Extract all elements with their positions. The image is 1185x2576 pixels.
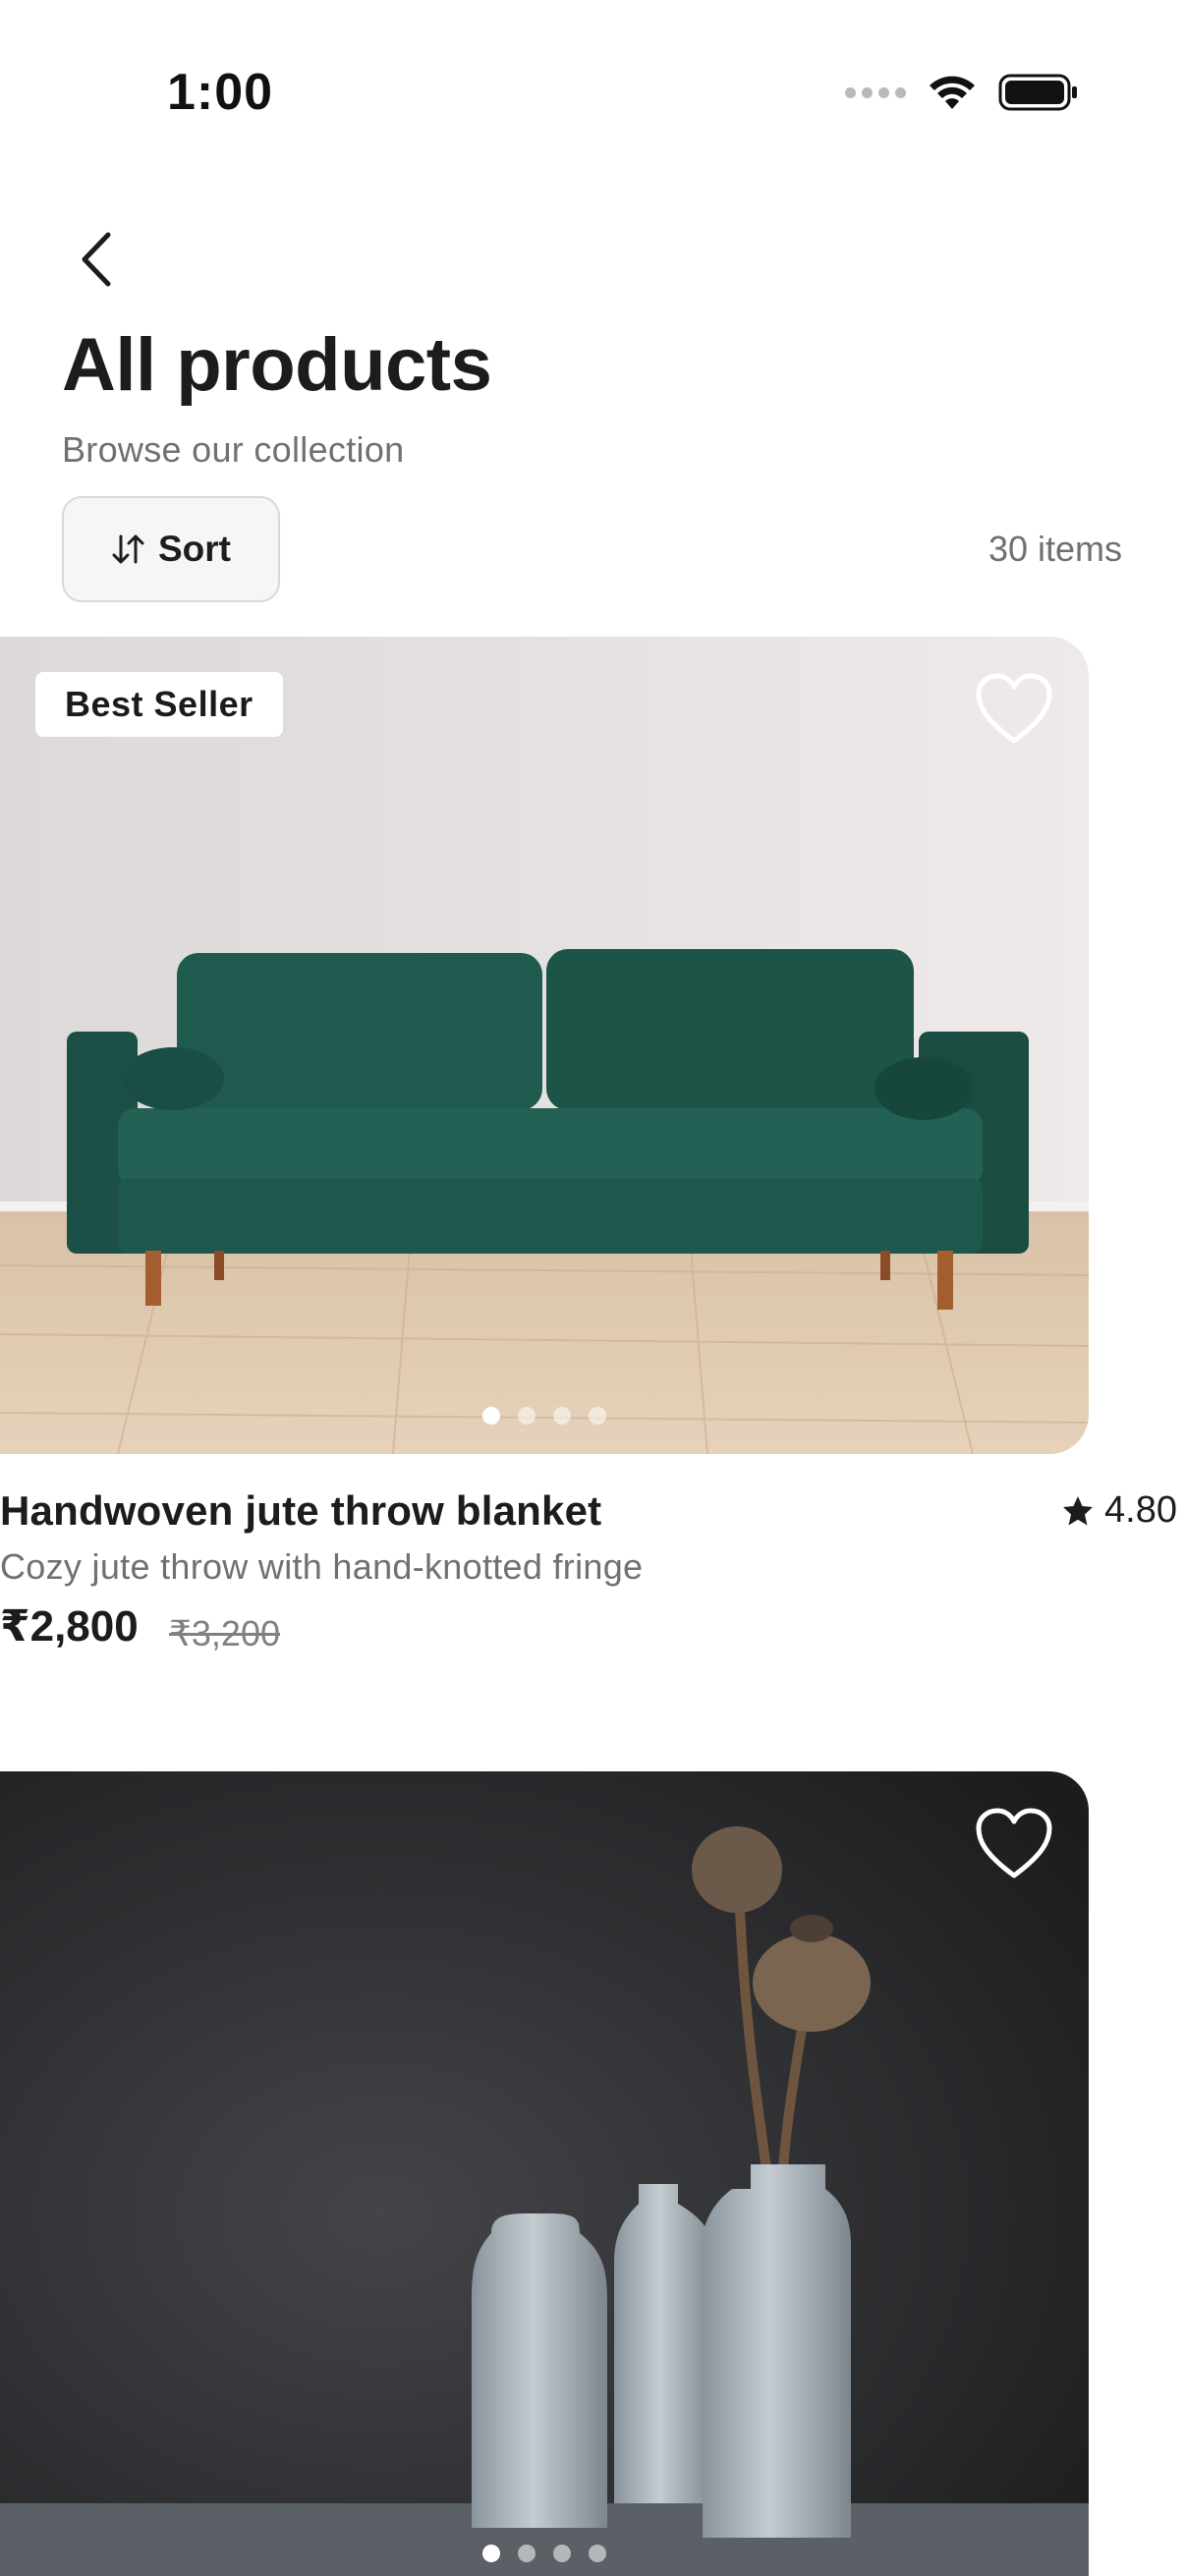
status-time: 1:00 — [167, 64, 274, 121]
chevron-left-icon — [82, 232, 111, 287]
sort-label: Sort — [158, 529, 231, 569]
sort-button[interactable]: Sort — [62, 496, 280, 602]
carousel-dot[interactable] — [553, 1407, 571, 1425]
carousel-dot[interactable] — [589, 1407, 606, 1425]
back-button[interactable] — [71, 228, 122, 291]
sort-arrows-icon — [112, 534, 144, 564]
carousel-dots — [0, 1407, 1089, 1425]
product-name: Handwoven jute throw blanket — [0, 1487, 602, 1534]
product-image-carousel[interactable]: Best Seller — [0, 637, 1089, 1454]
product-rating: 4.80 — [1061, 1489, 1177, 1532]
page-title: All products — [62, 323, 492, 407]
product-price: ₹2,800 — [0, 1602, 139, 1651]
heart-outline-icon[interactable] — [975, 1807, 1053, 1881]
wifi-icon — [930, 76, 975, 109]
carousel-dot[interactable] — [553, 2545, 571, 2562]
rating-value: 4.80 — [1104, 1489, 1177, 1531]
carousel-dot[interactable] — [518, 1407, 536, 1425]
page-subtitle: Browse our collection — [62, 429, 405, 470]
product-description: Cozy jute throw with hand-knotted fringe — [0, 1546, 644, 1587]
carousel-dot[interactable] — [482, 1407, 500, 1425]
sofa-image — [0, 637, 1089, 1454]
best-seller-badge: Best Seller — [35, 672, 283, 737]
carousel-dot[interactable] — [482, 2545, 500, 2562]
carousel-dots — [0, 2545, 1089, 2562]
star-icon — [1063, 1495, 1094, 1525]
heart-outline-icon[interactable] — [975, 672, 1053, 747]
signal-icon — [845, 86, 906, 98]
status-icons — [845, 73, 1079, 112]
items-count: 30 items — [988, 529, 1122, 569]
carousel-dot[interactable] — [589, 2545, 606, 2562]
original-price: ₹3,200 — [169, 1613, 280, 1653]
vases-image — [0, 1771, 1089, 2576]
battery-icon — [998, 74, 1077, 111]
product-image-carousel[interactable] — [0, 1771, 1089, 2576]
carousel-dot[interactable] — [518, 2545, 536, 2562]
